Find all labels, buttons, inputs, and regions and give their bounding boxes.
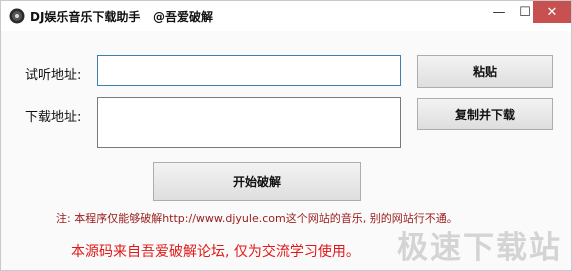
minimize-button[interactable]: — — [485, 1, 513, 23]
app-window: DJ娱乐音乐下载助手 @吾爱破解 — ☐ ✕ 试听地址: 下载地址: 粘贴 复制… — [0, 0, 572, 271]
disc-icon — [9, 8, 25, 24]
title-bar[interactable]: DJ娱乐音乐下载助手 @吾爱破解 — ☐ ✕ — [1, 1, 571, 31]
copy-and-download-button[interactable]: 复制并下载 — [417, 98, 553, 130]
listen-url-input[interactable] — [97, 55, 401, 86]
start-crack-button[interactable]: 开始破解 — [153, 162, 361, 201]
window-title: DJ娱乐音乐下载助手 @吾爱破解 — [30, 10, 213, 24]
download-url-field[interactable] — [97, 97, 401, 148]
close-button[interactable]: ✕ — [533, 1, 571, 23]
paste-button[interactable]: 粘贴 — [417, 55, 553, 88]
listen-url-label: 试听地址: — [25, 68, 82, 83]
download-url-label: 下载地址: — [25, 110, 82, 125]
source-note-text: 本源码来自吾爱破解论坛, 仅为交流学习使用。 — [71, 244, 360, 260]
watermark-text: 极速下载站 — [397, 230, 562, 266]
